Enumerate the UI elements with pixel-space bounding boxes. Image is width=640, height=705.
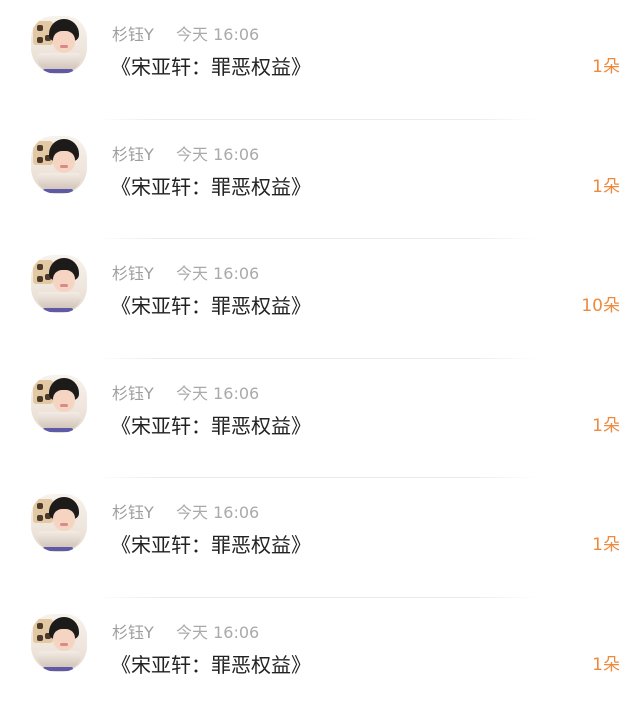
message-text: 《宋亚轩：罪恶权益》 xyxy=(111,533,311,557)
user-name[interactable]: 杉钰Y xyxy=(112,263,154,285)
timestamp: 今天 16:06 xyxy=(176,25,260,44)
gift-count: 1朵 xyxy=(592,415,620,436)
message-text: 《宋亚轩：罪恶权益》 xyxy=(111,55,311,79)
avatar-rim-shape xyxy=(43,188,73,193)
avatar-face-shape xyxy=(53,509,75,531)
avatar-rim-shape xyxy=(43,427,73,432)
avatar[interactable] xyxy=(31,374,87,433)
timestamp: 今天 16:06 xyxy=(176,264,260,283)
avatar-face-shape xyxy=(53,270,75,292)
avatar-rim-shape xyxy=(43,547,73,551)
message-text: 《宋亚轩：罪恶权益》 xyxy=(111,174,311,199)
gift-count: 1朵 xyxy=(592,535,620,555)
timestamp: 今天 16:06 xyxy=(176,383,260,403)
timestamp: 今天 16:06 xyxy=(176,503,260,522)
avatar[interactable] xyxy=(31,613,87,672)
gift-count: 1朵 xyxy=(592,176,620,197)
avatar-cup-shape xyxy=(37,172,81,191)
message-text: 《宋亚轩：罪恶权益》 xyxy=(111,294,311,318)
timestamp: 今天 16:06 xyxy=(176,144,260,164)
user-name[interactable]: 杉钰Y xyxy=(112,622,154,644)
avatar-cup-shape xyxy=(37,411,81,430)
user-name[interactable]: 杉钰Y xyxy=(112,383,154,405)
user-name[interactable]: 杉钰Y xyxy=(112,24,154,46)
avatar[interactable] xyxy=(31,494,87,552)
list-item[interactable]: 杉钰Y 今天 16:06 《宋亚轩：罪恶权益》 1朵 xyxy=(0,120,640,239)
list-item[interactable]: 杉钰Y 今天 16:06 《宋亚轩：罪恶权益》 1朵 xyxy=(0,359,640,478)
list-item[interactable]: 杉钰Y 今天 16:06 《宋亚轩：罪恶权益》 1朵 xyxy=(0,0,640,120)
avatar-rim-shape xyxy=(43,69,73,73)
avatar-cup-shape xyxy=(37,650,81,669)
avatar[interactable] xyxy=(31,16,87,74)
gift-record-list: 杉钰Y 今天 16:06 《宋亚轩：罪恶权益》 1朵 杉钰Y 今天 16:06 … xyxy=(0,0,640,705)
avatar-face-shape xyxy=(53,628,75,651)
user-name[interactable]: 杉钰Y xyxy=(112,144,154,166)
user-name[interactable]: 杉钰Y xyxy=(112,502,154,524)
gift-count: 1朵 xyxy=(592,654,620,675)
avatar-rim-shape xyxy=(43,666,73,671)
avatar-rim-shape xyxy=(43,308,73,312)
list-item[interactable]: 杉钰Y 今天 16:06 《宋亚轩：罪恶权益》 1朵 xyxy=(0,478,640,598)
gift-count: 1朵 xyxy=(592,57,620,77)
avatar-face-shape xyxy=(53,389,75,412)
list-item[interactable]: 杉钰Y 今天 16:06 《宋亚轩：罪恶权益》 10朵 xyxy=(0,239,640,359)
gift-count: 10朵 xyxy=(581,296,620,316)
avatar-face-shape xyxy=(53,150,75,173)
list-item[interactable]: 杉钰Y 今天 16:06 《宋亚轩：罪恶权益》 1朵 xyxy=(0,598,640,705)
timestamp: 今天 16:06 xyxy=(176,622,260,642)
message-text: 《宋亚轩：罪恶权益》 xyxy=(111,652,311,677)
message-text: 《宋亚轩：罪恶权益》 xyxy=(111,413,311,438)
avatar-face-shape xyxy=(53,31,75,53)
avatar[interactable] xyxy=(31,135,87,194)
avatar[interactable] xyxy=(31,255,87,313)
